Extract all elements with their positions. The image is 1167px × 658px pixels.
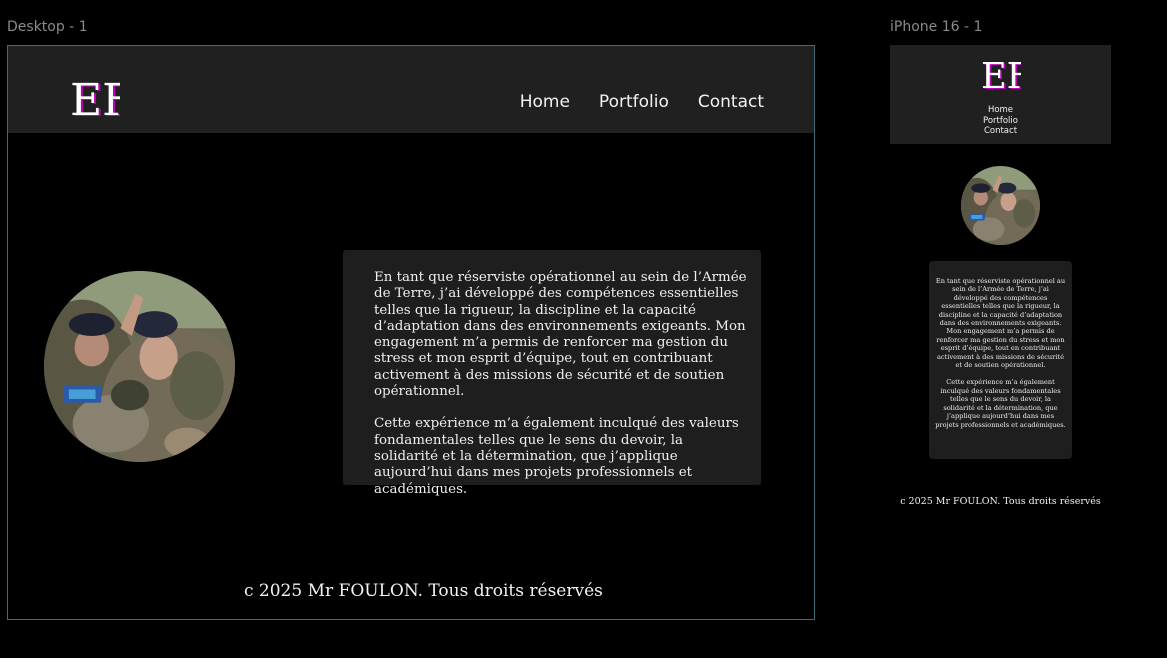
mobile-nav-contact-link[interactable]: Contact <box>984 126 1017 137</box>
mobile-about-text-box: En tant que réserviste opérationnel au s… <box>929 261 1072 459</box>
nav-home-link[interactable]: Home <box>520 92 570 112</box>
mobile-nav: Home Portfolio Contact <box>890 105 1111 137</box>
site-footer: c 2025 Mr FOULON. Tous droits réservés <box>244 581 603 601</box>
mobile-logo-icon[interactable]: EF EF <box>981 55 1021 91</box>
main-nav: Home Portfolio Contact <box>520 92 764 112</box>
mobile-soldier-photo <box>961 166 1040 245</box>
mobile-nav-home-link[interactable]: Home <box>988 105 1013 116</box>
svg-text:EF: EF <box>981 56 1021 91</box>
soldier-photo <box>44 271 235 462</box>
svg-text:EF: EF <box>70 75 120 118</box>
mobile-about-paragraph-1: En tant que réserviste opérationnel au s… <box>935 277 1066 370</box>
mobile-frame-label[interactable]: iPhone 16 - 1 <box>890 19 982 35</box>
mobile-nav-portfolio-link[interactable]: Portfolio <box>983 116 1018 127</box>
nav-contact-link[interactable]: Contact <box>698 92 764 112</box>
desktop-frame: EF EF Home Portfolio Contact <box>7 45 815 620</box>
logo-icon[interactable]: EF EF <box>70 74 120 118</box>
desktop-frame-label[interactable]: Desktop - 1 <box>7 19 88 35</box>
mobile-header: EF EF Home Portfolio Contact <box>890 45 1111 144</box>
about-paragraph-2: Cette expérience m’a également inculqué … <box>374 416 739 497</box>
mobile-frame: EF EF Home Portfolio Contact <box>890 45 1111 535</box>
about-text-box: En tant que réserviste opérationnel au s… <box>343 250 761 497</box>
nav-portfolio-link[interactable]: Portfolio <box>599 92 669 112</box>
mobile-about-paragraph-2: Cette expérience m’a également inculqué … <box>935 378 1066 429</box>
site-header: EF EF Home Portfolio Contact <box>8 46 814 133</box>
about-paragraph-1: En tant que réserviste opérationnel au s… <box>374 270 747 400</box>
mobile-footer: c 2025 Mr FOULON. Tous droits réservés <box>900 496 1101 507</box>
